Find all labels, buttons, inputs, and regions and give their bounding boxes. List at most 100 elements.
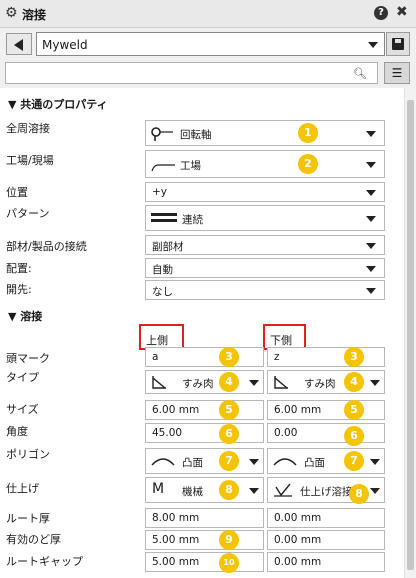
callout-badge-3b: 3 (344, 347, 364, 367)
title-bar: ⚙ 溶接 ? ✖ (0, 0, 416, 28)
connect-label: 部材/製品の接続 (6, 240, 87, 253)
properties-panel: ▼ 共通のプロパティ 全周溶接 回転軸 1 工場/現場 工場 2 位置 +y パ… (0, 88, 404, 578)
head-mark-label: 頭マーク (6, 352, 50, 365)
section-weld[interactable]: ▼ 溶接 (8, 308, 42, 324)
upper-angle-value: 45.00 (152, 427, 183, 439)
all-around-label: 全周溶接 (6, 122, 50, 135)
chevron-down-icon (370, 459, 380, 465)
type-label: タイプ (6, 371, 39, 384)
placement-select[interactable]: 自動 (145, 258, 385, 278)
placement-value: 自動 (152, 264, 173, 276)
shop-weld-icon (151, 164, 175, 172)
lead-value: なし (152, 286, 173, 298)
upper-root-thickness-input[interactable]: 8.00 mm (145, 508, 264, 528)
section-common[interactable]: ▼ 共通のプロパティ (8, 96, 108, 112)
callout-badge-5b: 5 (344, 400, 364, 420)
vertical-scrollbar[interactable] (404, 88, 416, 578)
callout-badge-3: 3 (219, 347, 239, 367)
callout-badge-5: 5 (219, 400, 239, 420)
continuous-pattern-icon (151, 213, 177, 222)
chevron-down-icon (370, 380, 380, 386)
chevron-down-icon (249, 459, 259, 465)
all-around-select[interactable]: 回転軸 (145, 120, 385, 146)
weld-around-icon (151, 127, 173, 141)
upper-size-value: 6.00 mm (152, 404, 200, 416)
upper-side-label: 上側 (146, 334, 168, 347)
lower-root-thickness-value: 0.00 mm (274, 512, 322, 524)
upper-throat-input[interactable]: 5.00 mm (145, 530, 264, 550)
lower-polygon-select[interactable]: 凸面 (267, 448, 385, 474)
lead-select[interactable]: なし (145, 280, 385, 300)
callout-badge-2: 2 (298, 154, 318, 174)
lower-size-value: 6.00 mm (274, 404, 322, 416)
chevron-down-icon (366, 243, 376, 249)
lower-throat-value: 0.00 mm (274, 534, 322, 546)
save-button[interactable] (386, 32, 410, 56)
hamburger-icon: ☰ (391, 66, 403, 80)
upper-head-mark-value: a (152, 351, 159, 363)
close-icon[interactable]: ✖ (396, 4, 408, 20)
upper-root-thickness-value: 8.00 mm (152, 512, 200, 524)
shop-select[interactable]: 工場 (145, 150, 385, 178)
finish-weld-icon (274, 483, 292, 497)
upper-angle-input[interactable]: 45.00 (145, 423, 264, 443)
gear-icon[interactable]: ⚙ (5, 5, 21, 21)
lower-head-mark-value: z (274, 351, 280, 363)
root-thickness-label: ルート厚 (6, 512, 50, 525)
callout-badge-7b: 7 (344, 451, 364, 471)
lower-type-value: すみ肉 (304, 378, 336, 390)
upper-type-select[interactable]: すみ肉 (145, 370, 264, 394)
convex-contour-icon (273, 458, 297, 466)
back-button[interactable] (6, 33, 32, 55)
connect-select[interactable]: 副部材 (145, 235, 385, 255)
convex-contour-icon (151, 458, 175, 466)
chevron-down-icon (366, 190, 376, 196)
callout-badge-8b: 8 (349, 484, 369, 504)
lower-throat-input[interactable]: 0.00 mm (267, 530, 385, 550)
position-select[interactable]: +y (145, 182, 385, 202)
upper-head-mark-input[interactable]: a (145, 347, 264, 367)
polygon-label: ポリゴン (6, 448, 50, 461)
chevron-down-icon (370, 488, 380, 494)
pattern-value: 連続 (182, 214, 203, 226)
panel-title: 溶接 (22, 8, 47, 22)
lower-side-label: 下側 (270, 334, 292, 347)
scrollbar-thumb[interactable] (407, 100, 414, 570)
lower-root-thickness-input[interactable]: 0.00 mm (267, 508, 385, 528)
lead-label: 開先: (6, 283, 32, 296)
upper-root-gap-input[interactable]: 5.00 mm (145, 552, 264, 572)
lower-size-input[interactable]: 6.00 mm (267, 400, 385, 420)
upper-throat-value: 5.00 mm (152, 534, 200, 546)
upper-polygon-select[interactable]: 凸面 (145, 448, 264, 474)
lower-angle-input[interactable]: 0.00 (267, 423, 385, 443)
callout-badge-6: 6 (219, 424, 239, 444)
finish-label: 仕上げ (6, 482, 39, 495)
callout-badge-4: 4 (219, 372, 239, 392)
lower-polygon-value: 凸面 (304, 457, 325, 469)
lower-root-gap-input[interactable]: 0.00 mm (267, 552, 385, 572)
help-icon[interactable]: ? (374, 6, 388, 20)
callout-badge-8: 8 (219, 480, 239, 500)
menu-button[interactable]: ☰ (384, 62, 410, 84)
upper-finish-select[interactable]: M 機械 (145, 477, 264, 503)
chevron-down-icon (366, 266, 376, 272)
chevron-down-icon (366, 131, 376, 137)
upper-root-gap-value: 5.00 mm (152, 556, 200, 568)
fillet-weld-icon (274, 376, 288, 389)
machine-finish-icon: M (152, 481, 165, 497)
all-around-value: 回転軸 (180, 129, 212, 141)
root-gap-label: ルートギャップ (6, 555, 83, 568)
lower-type-select[interactable]: すみ肉 (267, 370, 385, 394)
pattern-select[interactable]: 連続 (145, 205, 385, 231)
search-icon: 🔍︎ (353, 67, 367, 80)
preset-select[interactable]: Myweld (36, 32, 385, 56)
search-input[interactable]: 🔍︎ (5, 62, 378, 84)
lower-finish-value: 仕上げ溶接 (300, 486, 353, 498)
angle-label: 角度 (6, 425, 28, 438)
upper-size-input[interactable]: 6.00 mm (145, 400, 264, 420)
position-value: +y (152, 186, 168, 198)
callout-badge-10: 10 (219, 553, 239, 573)
shop-label: 工場/現場 (6, 154, 54, 167)
callout-badge-9: 9 (219, 530, 239, 550)
lower-head-mark-input[interactable]: z (267, 347, 385, 367)
